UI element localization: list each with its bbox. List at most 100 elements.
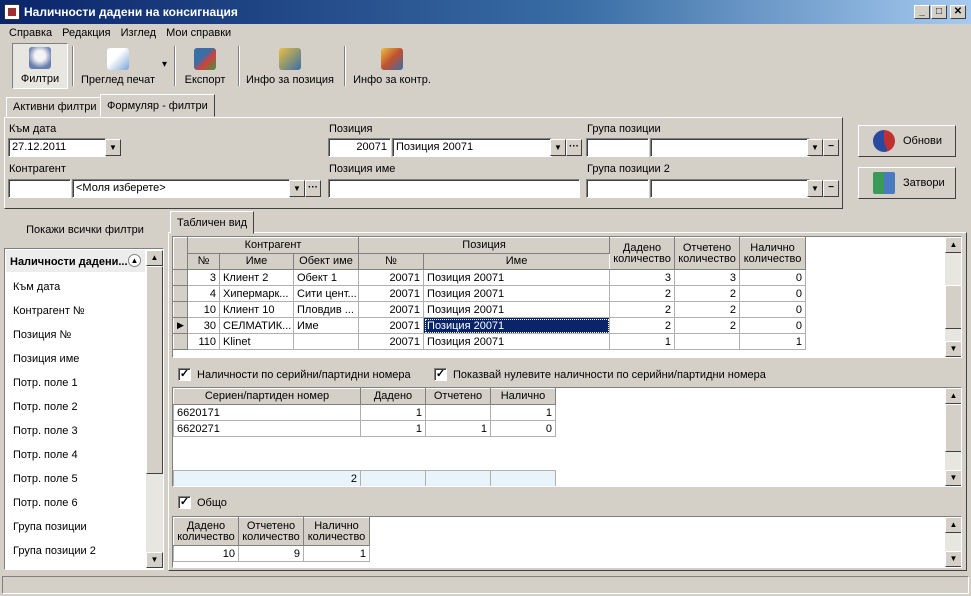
cell[interactable]: 0	[490, 420, 556, 437]
show-all-filters-button[interactable]: Покажи всички филтри	[4, 214, 166, 246]
filter-item[interactable]: Потр. поле 2	[13, 401, 78, 413]
table-row[interactable]: 3 Клиент 2 Обект 1 20071 Позиция 20071 3…	[173, 269, 807, 286]
cell[interactable]: 1	[425, 420, 491, 437]
cell[interactable]: 2	[609, 285, 676, 302]
cell[interactable]: 0	[739, 301, 807, 318]
cell[interactable]: 10	[187, 301, 220, 318]
cell[interactable]: 0	[739, 317, 807, 334]
total-available-header[interactable]: Налично количество	[303, 517, 370, 546]
filter-item[interactable]: Потр. поле 4	[13, 449, 78, 461]
cell[interactable]: Клиент 2	[219, 269, 294, 286]
cell[interactable]: 20071	[358, 317, 425, 334]
serial-no-header[interactable]: Сериен/партиден номер	[173, 388, 361, 405]
cell[interactable]: 2	[609, 301, 676, 318]
filters-button[interactable]: Филтри	[12, 43, 68, 89]
filter-item[interactable]: Потр. поле 6	[13, 497, 78, 509]
position-dropdown-icon[interactable]: ▼	[550, 139, 566, 156]
filter-item[interactable]: Позиция име	[13, 353, 79, 365]
available-qty-header[interactable]: Налично количество	[739, 237, 807, 270]
cell[interactable]: 20071	[358, 301, 425, 318]
scroll-up-icon[interactable]: ▲	[945, 388, 961, 404]
cell[interactable]: 1	[609, 333, 676, 350]
tab-active-filters[interactable]: Активни филтри	[6, 97, 104, 117]
cell[interactable]: Пловдив ...	[292, 301, 360, 318]
contractor-no-header[interactable]: №	[187, 253, 220, 270]
cell[interactable]: 0	[739, 285, 807, 302]
contractor-id-input[interactable]	[8, 179, 71, 198]
group-clear-button[interactable]: −	[823, 139, 839, 156]
cell[interactable]: 0	[739, 269, 807, 286]
position-no-header[interactable]: №	[358, 253, 425, 270]
close-form-button[interactable]: Затвори	[858, 167, 956, 199]
group-select[interactable]	[650, 138, 810, 157]
filter-item[interactable]: Потр. поле 3	[13, 425, 78, 437]
cell[interactable]: 4	[187, 285, 220, 302]
cell[interactable]: Хипермарк...	[219, 285, 294, 302]
position-info-button[interactable]: Инфо за позиция	[242, 43, 338, 89]
cell[interactable]: Сити цент...	[292, 285, 360, 302]
refresh-button[interactable]: Обнови	[858, 125, 956, 157]
filters-list-header[interactable]: Наличности дадени...	[6, 250, 145, 272]
cell[interactable]: 3	[609, 269, 676, 286]
cell[interactable]	[425, 404, 491, 421]
cell[interactable]: 1	[490, 404, 556, 421]
scroll-up-icon[interactable]: ▲	[945, 517, 961, 533]
filter-item[interactable]: Позиция №	[13, 329, 71, 341]
cell[interactable]	[292, 333, 360, 350]
total-reported-header[interactable]: Отчетено количество	[238, 517, 304, 546]
table-row[interactable]: 110 Klinet 20071 Позиция 20071 1 1	[173, 333, 807, 350]
total-checkbox[interactable]: ✓ Общо	[178, 496, 227, 509]
cell[interactable]: 1	[360, 404, 426, 421]
total-given-header[interactable]: Дадено количество	[173, 517, 239, 546]
cell[interactable]: СЕЛМАТИК...	[219, 317, 294, 334]
scroll-up-icon[interactable]: ▲	[146, 250, 163, 266]
collapse-icon[interactable]: ▲	[128, 254, 141, 267]
cell[interactable]: Клиент 10	[219, 301, 294, 318]
show-zero-serial-checkbox[interactable]: ✓ Показвай нулевите наличности по серийн…	[434, 368, 766, 381]
cell[interactable]: 2	[674, 285, 741, 302]
filter-item[interactable]: Контрагент №	[13, 305, 85, 317]
scroll-down-icon[interactable]: ▼	[146, 552, 163, 568]
group-dropdown-icon[interactable]: ▼	[807, 139, 823, 156]
cell[interactable]: 1	[739, 333, 807, 350]
cell[interactable]: Име	[292, 317, 360, 334]
cell[interactable]: 20071	[358, 333, 425, 350]
scroll-thumb[interactable]	[945, 404, 961, 452]
scroll-thumb[interactable]	[146, 266, 163, 474]
menu-edit[interactable]: Редакция	[57, 27, 115, 39]
cell[interactable]: 2	[674, 317, 741, 334]
scroll-down-icon[interactable]: ▼	[945, 551, 961, 567]
print-preview-button[interactable]: Преглед печат	[76, 43, 160, 89]
main-grid-scrollbar[interactable]: ▲ ▼	[945, 237, 961, 357]
print-preview-dropdown-icon[interactable]: ▾	[162, 59, 167, 70]
close-button[interactable]: ✕	[950, 5, 966, 19]
scroll-down-icon[interactable]: ▼	[945, 341, 961, 357]
position-name-header[interactable]: Име	[423, 253, 611, 270]
table-row[interactable]: 6620271 1 1 0	[173, 420, 556, 437]
group-id-input[interactable]	[586, 138, 649, 157]
cell[interactable]	[674, 333, 741, 350]
contractor-name-header[interactable]: Име	[219, 253, 294, 270]
position-id-input[interactable]: 20071	[328, 138, 391, 157]
cell[interactable]: 1	[360, 420, 426, 437]
filters-scrollbar[interactable]: ▲ ▼	[146, 250, 163, 568]
table-row[interactable]: 4 Хипермарк... Сити цент... 20071 Позици…	[173, 285, 807, 302]
contractor-ellipsis-button[interactable]: ···	[305, 180, 321, 197]
table-row[interactable]: 10 Клиент 10 Пловдив ... 20071 Позиция 2…	[173, 301, 807, 318]
tab-form-filters[interactable]: Формуляр - филтри	[100, 94, 215, 117]
scroll-thumb[interactable]	[945, 285, 961, 329]
filter-item[interactable]: Група позиции 2	[13, 545, 96, 557]
contractor-dropdown-icon[interactable]: ▼	[289, 180, 305, 197]
group2-select[interactable]	[650, 179, 810, 198]
filter-item[interactable]: Потр. поле 5	[13, 473, 78, 485]
group2-dropdown-icon[interactable]: ▼	[807, 180, 823, 197]
given-qty-header[interactable]: Дадено количество	[609, 237, 676, 270]
date-input[interactable]: 27.12.2011	[8, 138, 106, 157]
serial-stock-checkbox[interactable]: ✓ Наличности по серийни/партидни номера	[178, 368, 411, 381]
group2-clear-button[interactable]: −	[823, 180, 839, 197]
cell[interactable]: 1	[303, 545, 370, 562]
cell[interactable]: Позиция 20071	[423, 333, 611, 350]
contractor-group-header[interactable]: Контрагент	[186, 237, 360, 254]
table-row[interactable]: 10 9 1	[173, 545, 370, 562]
filter-item[interactable]: Към дата	[13, 281, 60, 293]
